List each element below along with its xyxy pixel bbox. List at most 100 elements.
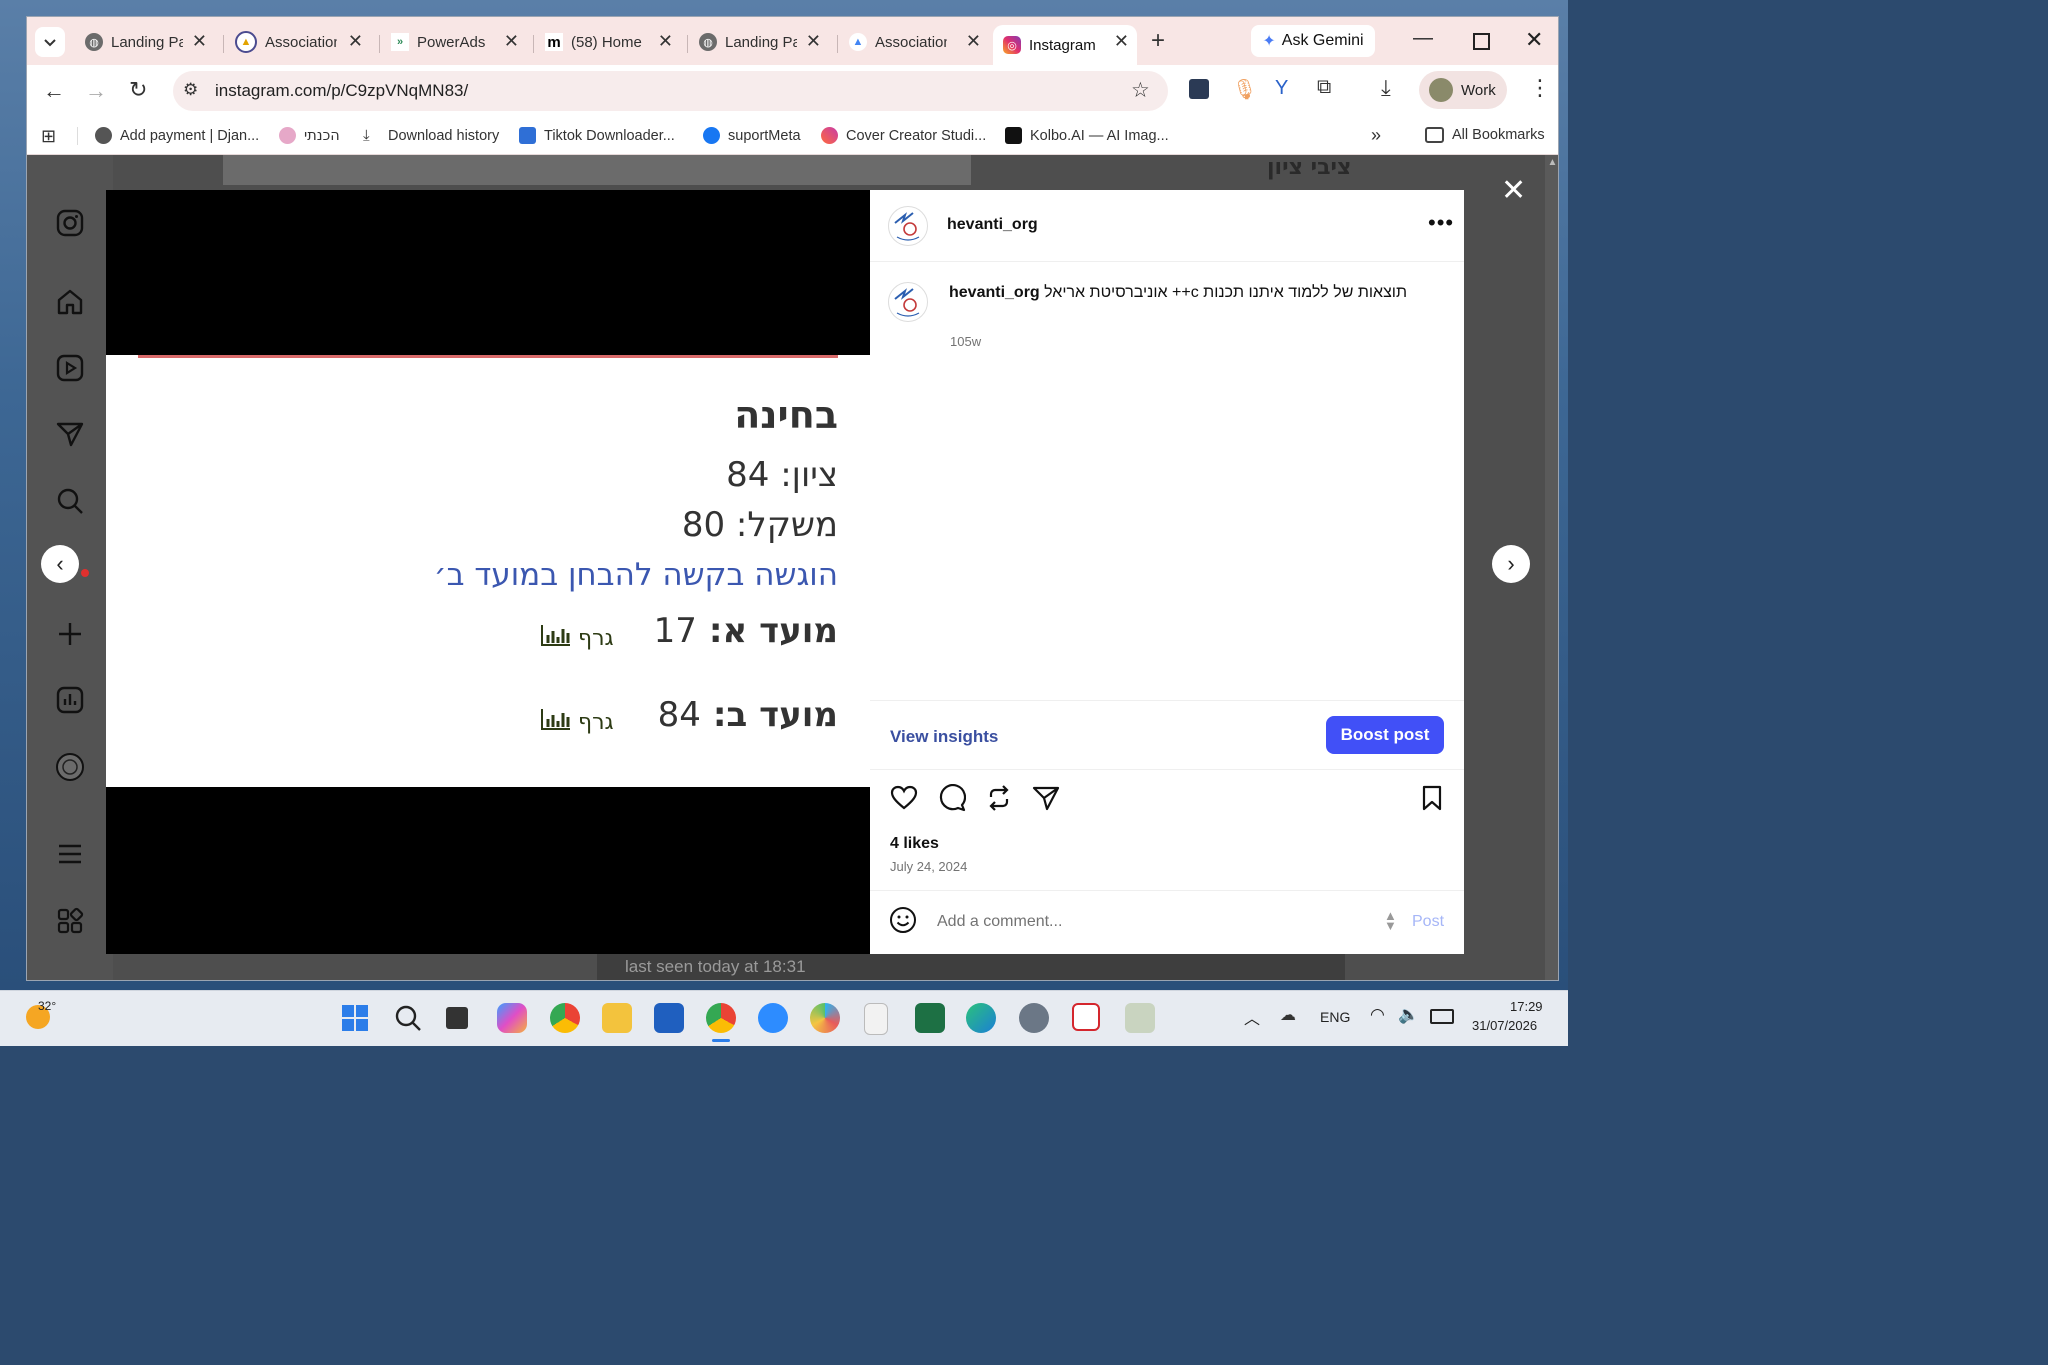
- extension-icon-1[interactable]: [1189, 79, 1209, 99]
- bookmark-suportmeta[interactable]: suportMeta: [703, 127, 801, 144]
- tab-medium-home[interactable]: m (58) Home ✕: [535, 25, 681, 59]
- home-icon[interactable]: [55, 287, 85, 317]
- close-modal-icon[interactable]: ✕: [1501, 173, 1526, 208]
- bookmarks-overflow-button[interactable]: »: [1371, 125, 1381, 146]
- boost-post-button[interactable]: Boost post: [1326, 716, 1444, 754]
- language-indicator[interactable]: ENG: [1320, 1009, 1350, 1025]
- reels-icon[interactable]: [55, 353, 85, 383]
- extensions-puzzle-icon[interactable]: ⧉: [1317, 76, 1331, 99]
- bookmark-cover-creator[interactable]: Cover Creator Studi...: [821, 127, 986, 144]
- profile-button[interactable]: Work: [1419, 71, 1507, 109]
- wifi-icon[interactable]: ◠: [1370, 1005, 1385, 1025]
- like-heart-icon[interactable]: [890, 784, 918, 817]
- more-menu-icon[interactable]: [55, 839, 85, 869]
- save-bookmark-icon[interactable]: [1418, 784, 1446, 817]
- chrome-icon[interactable]: [550, 1003, 580, 1033]
- close-tab-icon[interactable]: ✕: [192, 31, 207, 52]
- bookmark-kolbo-ai[interactable]: Kolbo.AI — AI Imag...: [1005, 127, 1169, 144]
- microphone-icon[interactable]: 🎙: [1232, 77, 1257, 102]
- start-windows-icon[interactable]: [340, 1003, 370, 1033]
- volume-icon[interactable]: 🔈: [1398, 1005, 1419, 1025]
- comment-input[interactable]: Add a comment...: [937, 913, 1062, 931]
- graph-link-b[interactable]: גרף: [540, 707, 614, 737]
- avatar[interactable]: [888, 206, 928, 246]
- page-scrollbar[interactable]: ▲: [1545, 155, 1558, 980]
- scroll-up-arrow-icon[interactable]: ▲: [1545, 157, 1558, 168]
- paint-icon[interactable]: [810, 1003, 840, 1033]
- next-post-button[interactable]: ›: [1492, 545, 1530, 583]
- tab-powerads[interactable]: » PowerAds ✕: [381, 25, 527, 59]
- close-tab-icon[interactable]: ✕: [966, 31, 981, 52]
- repost-icon[interactable]: [985, 784, 1013, 817]
- caption-avatar[interactable]: [888, 282, 928, 322]
- url-text[interactable]: instagram.com/p/C9zpVNqMN83/: [215, 81, 468, 101]
- close-tab-icon[interactable]: ✕: [348, 31, 363, 52]
- chrome-active-icon[interactable]: [706, 1003, 736, 1033]
- weather-temp[interactable]: 32°: [38, 999, 56, 1013]
- download-icon[interactable]: ⤓: [1381, 75, 1391, 101]
- profile-avatar-icon[interactable]: [55, 752, 85, 782]
- acrobat-icon[interactable]: [1072, 1003, 1100, 1031]
- dashboard-icon[interactable]: [55, 685, 85, 715]
- bookmark-add-payment[interactable]: Add payment | Djan...: [95, 127, 259, 144]
- more-options-icon[interactable]: •••: [1428, 210, 1454, 236]
- caption-username[interactable]: hevanti_org: [949, 284, 1040, 301]
- tab-association-1[interactable]: ▲ Association ✕: [225, 25, 371, 59]
- also-from-meta-icon[interactable]: [55, 906, 85, 936]
- comment-bubble-icon[interactable]: [938, 784, 967, 817]
- tab-search-button[interactable]: [35, 27, 65, 57]
- settings-gear-icon[interactable]: [1019, 1003, 1049, 1033]
- post-comment-button[interactable]: Post: [1412, 913, 1444, 931]
- file-icon[interactable]: [864, 1003, 888, 1035]
- site-info-icon[interactable]: ⚙: [183, 80, 198, 100]
- tab-landing-page-1[interactable]: ◍ Landing Pa ✕: [75, 25, 215, 59]
- edge-icon[interactable]: [966, 1003, 996, 1033]
- bookmark-download-history[interactable]: ⤓ Download history: [363, 127, 499, 144]
- bookmark-tiktok-downloader[interactable]: Tiktok Downloader...: [519, 127, 675, 144]
- messages-icon[interactable]: [55, 419, 85, 449]
- search-icon[interactable]: [393, 1003, 423, 1033]
- tab-association-2[interactable]: ▲ Association ✕: [839, 25, 989, 59]
- zoom-icon[interactable]: [758, 1003, 788, 1033]
- tab-landing-page-2[interactable]: ◍ Landing Pa ✕: [689, 25, 829, 59]
- file-explorer-icon[interactable]: [602, 1003, 632, 1033]
- close-tab-icon[interactable]: ✕: [806, 31, 821, 52]
- tab-instagram[interactable]: ◎ Instagram ✕: [993, 25, 1137, 65]
- forward-arrow-icon[interactable]: →: [85, 78, 107, 104]
- extension-icon-2[interactable]: Y: [1275, 77, 1288, 100]
- close-window-button[interactable]: ✕: [1525, 27, 1543, 53]
- address-bar[interactable]: ⚙ instagram.com/p/C9zpVNqMN83/ ☆: [173, 71, 1168, 111]
- task-view-icon[interactable]: [446, 1007, 468, 1029]
- app-icon-thumbnail[interactable]: [1125, 1003, 1155, 1033]
- likes-count[interactable]: 4 likes: [890, 835, 939, 853]
- bookmark-star-icon[interactable]: ☆: [1131, 78, 1150, 103]
- tray-overflow-icon[interactable]: ︿: [1244, 1005, 1260, 1029]
- all-bookmarks-button[interactable]: All Bookmarks: [1425, 127, 1545, 143]
- app-icon-blue[interactable]: [654, 1003, 684, 1033]
- post-username[interactable]: hevanti_org: [947, 216, 1038, 234]
- graph-link-a[interactable]: גרף: [540, 623, 614, 653]
- onedrive-icon[interactable]: ☁: [1280, 1005, 1296, 1025]
- instagram-logo-icon[interactable]: [55, 208, 85, 238]
- create-plus-icon[interactable]: [55, 619, 85, 649]
- excel-icon[interactable]: [915, 1003, 945, 1033]
- reload-icon[interactable]: ↻: [129, 77, 147, 103]
- ask-gemini-button[interactable]: ✦ Ask Gemini: [1251, 25, 1375, 57]
- share-icon[interactable]: [1032, 784, 1060, 817]
- browser-menu-icon[interactable]: ⋮: [1529, 75, 1551, 101]
- search-icon[interactable]: [55, 486, 85, 516]
- view-insights-link[interactable]: View insights: [890, 727, 998, 747]
- close-tab-icon[interactable]: ✕: [658, 31, 673, 52]
- battery-icon[interactable]: [1430, 1009, 1454, 1024]
- bookmark-hechanti[interactable]: הכנתי: [279, 127, 340, 144]
- close-tab-icon[interactable]: ✕: [504, 31, 519, 52]
- new-tab-button[interactable]: +: [1151, 27, 1165, 55]
- emoji-icon[interactable]: [889, 906, 917, 934]
- previous-post-button[interactable]: ‹: [41, 545, 79, 583]
- maximize-button[interactable]: [1473, 33, 1490, 50]
- copilot-icon[interactable]: [497, 1003, 527, 1033]
- back-arrow-icon[interactable]: ←: [43, 78, 65, 104]
- clock-time[interactable]: 17:29: [1510, 999, 1543, 1014]
- minimize-button[interactable]: —: [1413, 27, 1433, 50]
- apps-grid-icon[interactable]: ⊞: [41, 126, 56, 147]
